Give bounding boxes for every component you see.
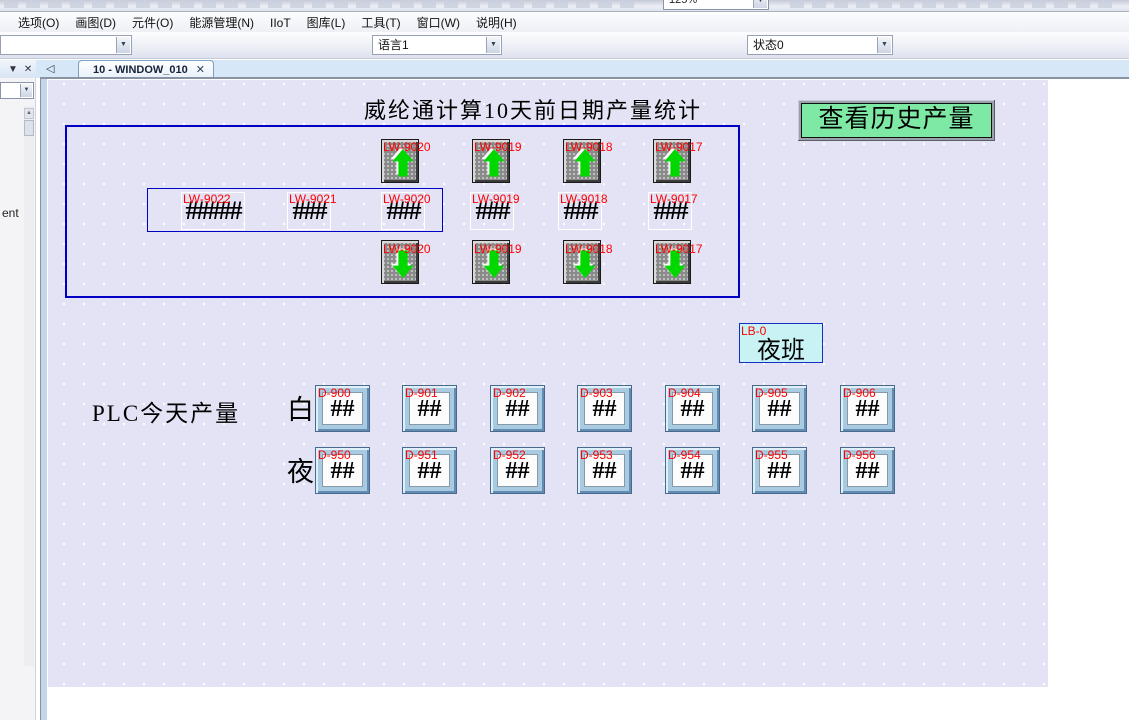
state-combo-value: 状态0 [753,38,784,52]
address-tag: D-953 [580,449,613,461]
night-shift-label: 夜 [287,450,314,489]
chevron-down-icon[interactable]: ▼ [20,84,32,97]
address-tag: LW-9021 [289,193,337,205]
address-tag: D-951 [405,449,438,461]
address-tag: D-901 [405,387,438,399]
address-tag: LW-9018 [560,193,608,205]
menu-item-window[interactable]: 窗口(W) [409,12,468,33]
address-tag: D-900 [318,387,351,399]
tab-strip: ◁ 10 - WINDOW_010 ✕ [36,60,1129,78]
address-tag: LW-9022 [183,193,231,205]
address-tag: D-952 [493,449,526,461]
language-combo[interactable]: 语言1 ▼ [372,35,502,55]
editor-canvas-window: 威纶通计算10天前日期产量统计 查看历史产量 LW-9020 LW-9019 L… [40,77,1129,720]
address-tag: D-902 [493,387,526,399]
font-combo[interactable]: ▼ [0,35,132,55]
tab-window-010[interactable]: 10 - WINDOW_010 ✕ [78,60,214,78]
menu-item-library[interactable]: 图库(L) [299,12,354,33]
chevron-down-icon[interactable]: ▼ [116,37,130,53]
address-tag: D-903 [580,387,613,399]
hmi-page-window-010[interactable]: 威纶通计算10天前日期产量统计 查看历史产量 LW-9020 LW-9019 L… [48,80,1048,687]
address-tag: LW-9020 [383,243,431,255]
dock-scrollbar[interactable]: ▲ [24,106,34,666]
address-tag: LW-9020 [383,141,431,153]
state-combo[interactable]: 状态0 ▼ [747,35,893,55]
address-tag: D-955 [755,449,788,461]
address-tag: LW-9019 [474,243,522,255]
menu-item-iiot[interactable]: IIoT [262,14,299,32]
dock-close-icon[interactable]: ✕ [24,64,32,75]
zoom-level-value: 125% [669,0,697,6]
menu-bar: 选项(O) 画图(D) 元件(O) 能源管理(N) IIoT 图库(L) 工具(… [0,13,1129,32]
menu-item-draw[interactable]: 画图(D) [67,12,124,33]
tab-scroll-left-icon[interactable]: ◁ [46,62,54,75]
address-tag: LW-9018 [565,243,613,255]
menu-item-help[interactable]: 说明(H) [468,12,525,33]
clipped-toolbar-icons [4,0,634,8]
view-history-button-label: 查看历史产量 [801,103,992,138]
menu-item-options[interactable]: 选项(O) [10,12,67,33]
address-tag: LB-0 [741,325,766,337]
address-tag: LW-9019 [474,141,522,153]
chevron-down-icon[interactable]: ▼ [486,37,500,53]
language-combo-value: 语言1 [378,38,409,52]
address-tag: LW-9017 [655,243,703,255]
menu-item-energy[interactable]: 能源管理(N) [181,12,262,33]
address-tag: LW-9018 [565,141,613,153]
menu-item-tools[interactable]: 工具(T) [353,12,408,33]
dock-collapse-icon[interactable]: ▼ [8,64,18,75]
dock-panel-header: ▼ ✕ [0,60,36,78]
easybuilder-window: 125% ▼ 选项(O) 画图(D) 元件(O) 能源管理(N) IIoT 图库… [0,0,1129,720]
tab-close-icon[interactable]: ✕ [196,62,205,78]
scroll-up-icon[interactable]: ▲ [24,108,34,119]
chevron-down-icon[interactable]: ▼ [753,0,767,8]
canvas-left-edge [41,79,47,720]
chevron-down-icon[interactable]: ▼ [877,37,891,53]
zoom-level-combo[interactable]: 125% ▼ [663,0,769,10]
address-tag: LW-9020 [383,193,431,205]
address-tag: D-905 [755,387,788,399]
dock-filter-combo[interactable]: ▼ [0,82,34,99]
address-tag: D-950 [318,449,351,461]
address-tag: D-954 [668,449,701,461]
plc-section-title: PLC今天产量 [92,394,240,428]
address-tag: D-956 [843,449,876,461]
page-title[interactable]: 威纶通计算10天前日期产量统计 [298,93,768,125]
address-tag: LW-9017 [655,141,703,153]
dock-list-item-clipped: ent [2,206,19,220]
left-dock-panel: ▼ ▲ ent [0,78,36,720]
address-tag: D-904 [668,387,701,399]
toolbar-row-clipped: 125% ▼ [0,0,1129,12]
menu-item-object[interactable]: 元件(O) [124,12,181,33]
day-shift-label: 白 [287,388,314,427]
clipped-toolbar-icons [790,0,1120,8]
view-history-button[interactable]: 查看历史产量 [798,100,995,141]
format-toolbar: ▼ A A I A ▼ U 语言1 ▼ L1 L2 L3 L4 0 1 2 3 … [0,32,1129,59]
tab-label: 10 - WINDOW_010 [93,62,188,78]
address-tag: LW-9019 [472,193,520,205]
scrollbar-thumb[interactable] [24,120,34,136]
address-tag: D-906 [843,387,876,399]
address-tag: LW-9017 [650,193,698,205]
